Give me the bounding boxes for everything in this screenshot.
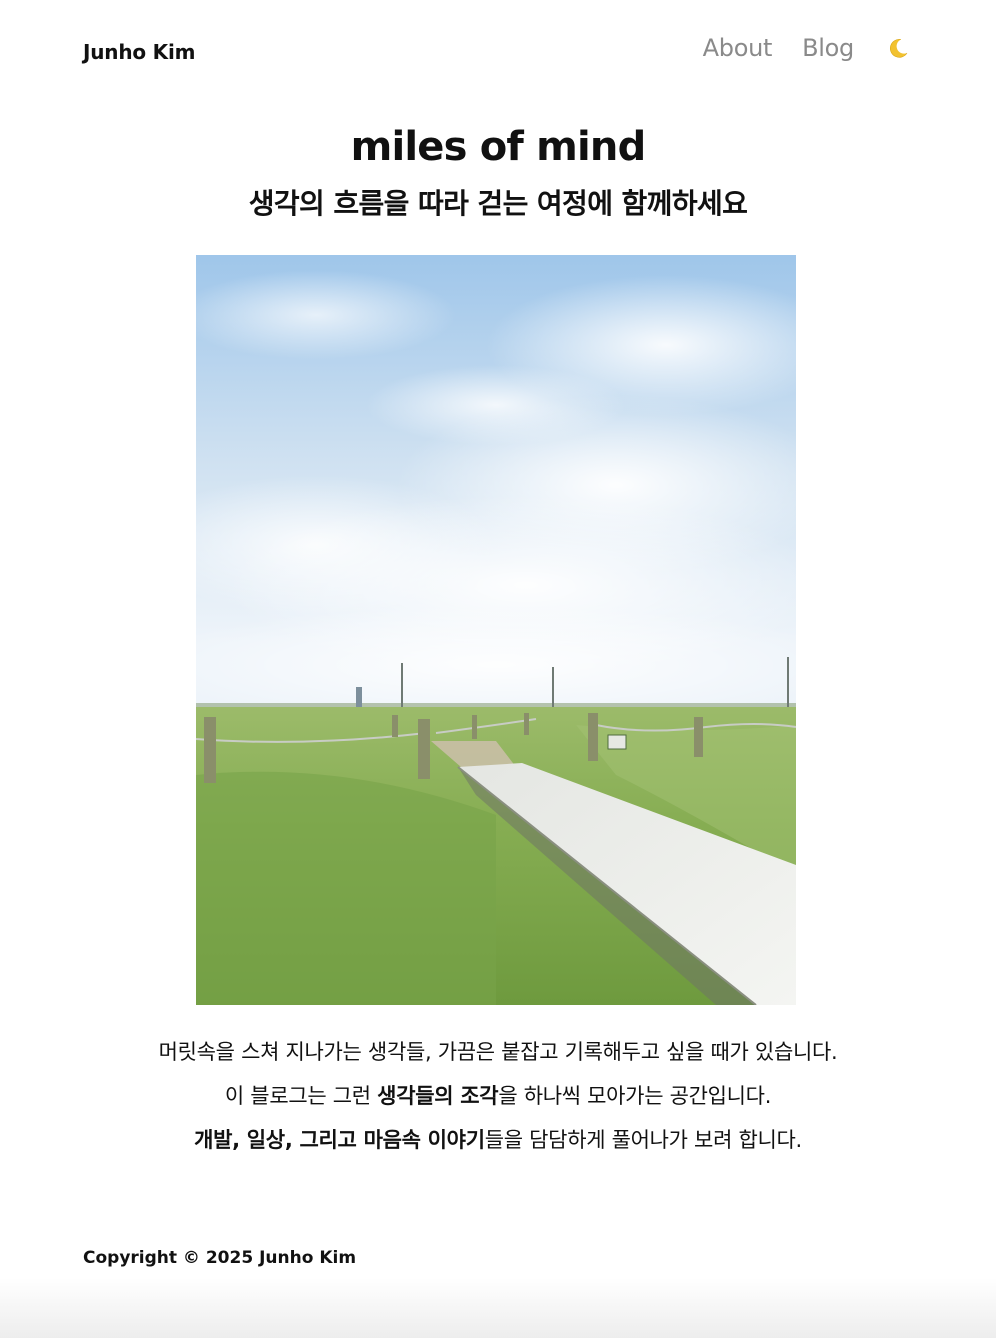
intro-line-2-before: 이 블로그는 그런 — [224, 1084, 378, 1108]
brand-link[interactable]: Junho Kim — [83, 40, 195, 64]
top-nav: About Blog — [703, 34, 910, 62]
page-title: miles of mind — [350, 124, 647, 170]
page: Junho Kim About Blog miles of mind 생각의 흐… — [0, 0, 996, 1338]
intro-text: 머릿속을 스쳐 지나가는 생각들, 가끔은 붙잡고 기록해두고 싶을 때가 있습… — [0, 1030, 996, 1162]
nav-blog-link[interactable]: Blog — [802, 34, 854, 62]
intro-line-1: 머릿속을 스쳐 지나가는 생각들, 가끔은 붙잡고 기록해두고 싶을 때가 있습… — [158, 1040, 838, 1064]
intro-line-3-bold: 개발, 일상, 그리고 마음속 이야기 — [194, 1128, 485, 1152]
intro-line-2: 이 블로그는 그런 생각들의 조각을 하나씩 모아가는 공간입니다. — [0, 1074, 996, 1118]
theme-toggle-button[interactable] — [886, 36, 910, 60]
hero-image — [196, 255, 796, 1005]
bottom-fade — [0, 1278, 996, 1338]
moon-icon — [890, 39, 908, 58]
nav-about-link[interactable]: About — [703, 34, 773, 62]
intro-line-2-bold: 생각들의 조각 — [377, 1084, 499, 1108]
intro-line-3: 개발, 일상, 그리고 마음속 이야기들을 담담하게 풀어나가 보려 합니다. — [0, 1118, 996, 1162]
main-content: miles of mind 생각의 흐름을 따라 걷는 여정에 함께하세요 머릿… — [0, 100, 996, 1152]
page-subtitle: 생각의 흐름을 따라 걷는 여정에 함께하세요 — [248, 187, 748, 220]
intro-line-3-after: 들을 담담하게 풀어나가 보려 합니다. — [484, 1128, 802, 1152]
site-header: Junho Kim About Blog — [0, 0, 996, 100]
intro-line-2-after: 을 하나씩 모아가는 공간입니다. — [498, 1084, 772, 1108]
copyright-text: Copyright © 2025 Junho Kim — [83, 1248, 357, 1268]
